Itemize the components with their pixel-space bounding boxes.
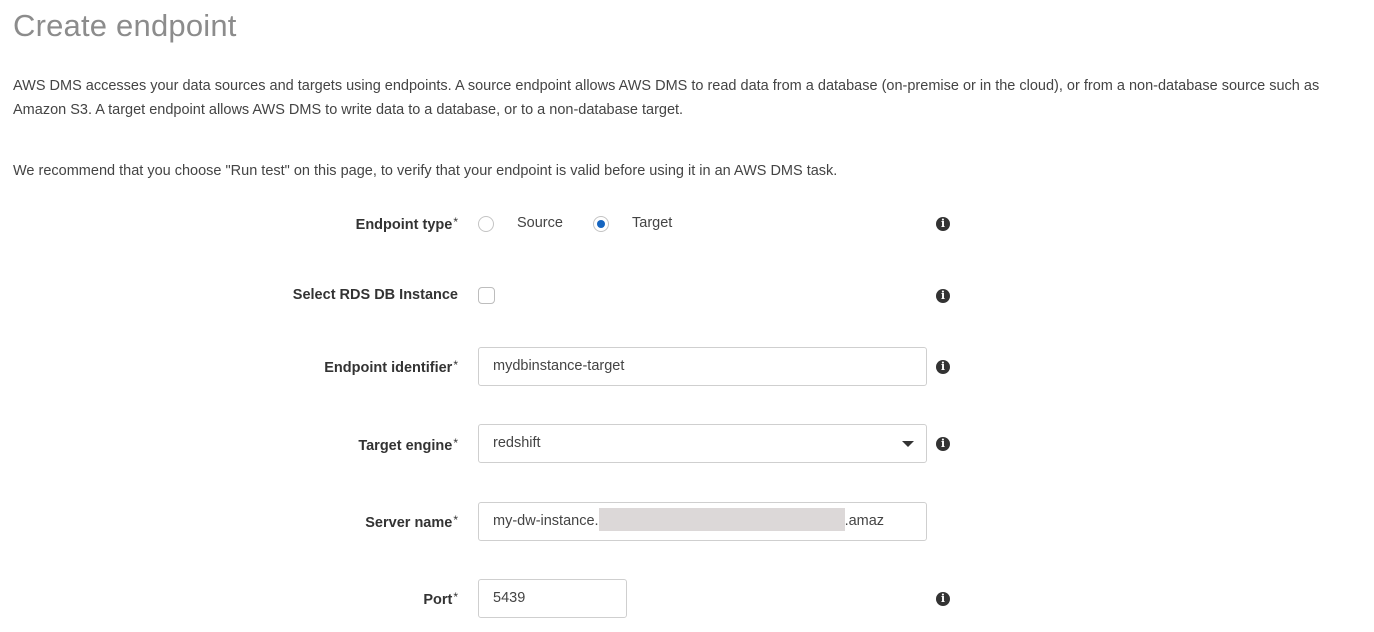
port-input[interactable]: 5439	[478, 579, 627, 618]
info-icon[interactable]: i	[936, 592, 950, 606]
endpoint-identifier-input[interactable]: mydbinstance-target	[478, 347, 927, 386]
target-engine-label: Target engine*	[358, 436, 458, 454]
port-label: Port*	[423, 590, 458, 608]
endpoint-type-source-radio[interactable]	[478, 216, 494, 232]
select-rds-label: Select RDS DB Instance	[292, 287, 458, 303]
info-icon[interactable]: i	[936, 360, 950, 374]
info-icon[interactable]: i	[936, 217, 950, 231]
page-title: Create endpoint	[13, 8, 237, 43]
port-value: 5439	[493, 590, 526, 606]
required-mark: *	[453, 436, 458, 450]
server-name-input[interactable]: my-dw-instance. .amaz	[478, 502, 927, 541]
redacted-region	[598, 508, 845, 532]
info-icon[interactable]: i	[936, 437, 950, 451]
endpoint-type-label-text: Endpoint type	[355, 217, 453, 233]
server-name-suffix: .amaz	[844, 513, 885, 529]
port-label-text: Port	[423, 592, 453, 608]
required-mark: *	[453, 358, 458, 372]
server-name-prefix: my-dw-instance.	[493, 513, 599, 529]
endpoint-type-source-label[interactable]: Source	[517, 215, 563, 231]
endpoint-type-label: Endpoint type*	[356, 215, 458, 233]
endpoint-type-target-radio[interactable]	[593, 216, 609, 232]
required-mark: *	[453, 215, 458, 229]
endpoint-identifier-value: mydbinstance-target	[493, 358, 625, 374]
target-engine-select[interactable]: redshift	[478, 424, 927, 463]
required-mark: *	[453, 513, 458, 527]
server-name-label-text: Server name	[365, 515, 453, 531]
target-engine-value: redshift	[493, 435, 541, 451]
run-test-recommendation: We recommend that you choose "Run test" …	[13, 163, 838, 179]
select-rds-checkbox[interactable]	[478, 287, 495, 304]
endpoint-identifier-label-text: Endpoint identifier	[324, 360, 453, 376]
endpoint-type-target-label[interactable]: Target	[632, 215, 672, 231]
info-icon[interactable]: i	[936, 289, 950, 303]
page-description: AWS DMS accesses your data sources and t…	[13, 78, 1320, 118]
endpoint-identifier-label: Endpoint identifier*	[324, 358, 458, 376]
required-mark: *	[453, 590, 458, 604]
server-name-label: Server name*	[365, 513, 458, 531]
target-engine-label-text: Target engine	[358, 438, 453, 454]
chevron-down-icon	[902, 441, 914, 447]
